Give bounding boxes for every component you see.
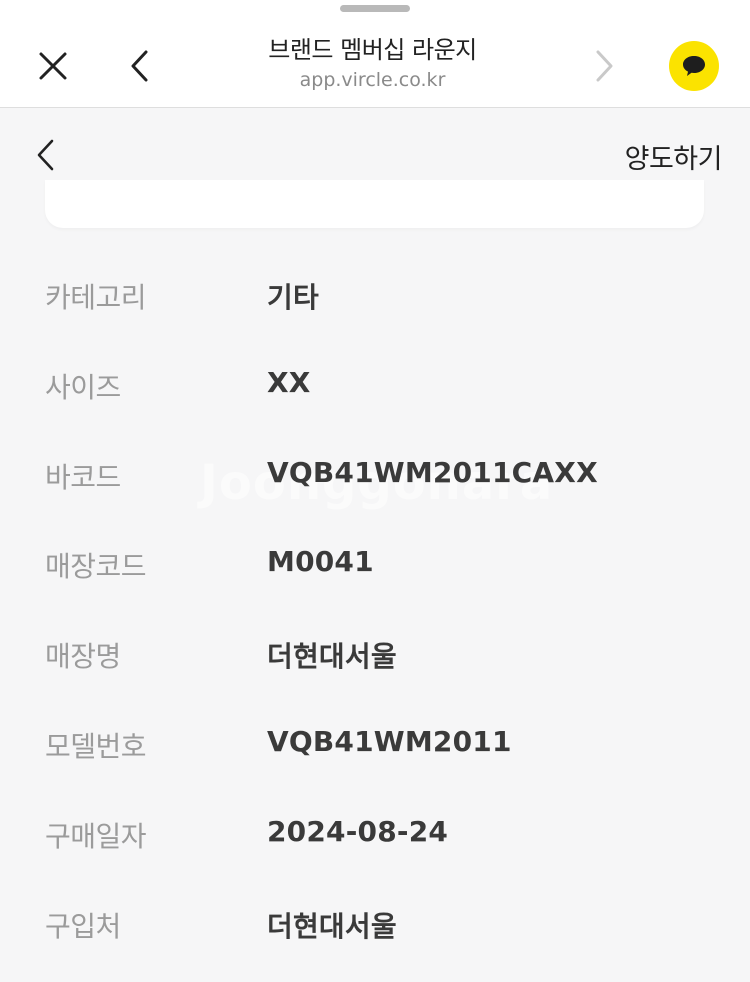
detail-label: 매장명: [45, 640, 121, 674]
close-icon: [39, 52, 67, 80]
close-button[interactable]: [28, 44, 78, 88]
chevron-right-icon: [596, 50, 613, 82]
detail-label: 모델번호: [45, 729, 147, 763]
detail-row-barcode: 바코드 VQB41WM2011CAXX: [0, 430, 750, 520]
chevron-left-icon: [37, 139, 54, 171]
detail-label: 카테고리: [45, 281, 147, 314]
detail-value: M0041: [267, 545, 374, 579]
detail-value: VQB41WM2011: [267, 724, 512, 758]
kakao-chat-button[interactable]: [669, 41, 719, 91]
detail-row-store-name: 매장명 더현대서울: [0, 609, 750, 699]
browser-back-button[interactable]: [118, 44, 162, 88]
browser-top-bar: 브랜드 멤버십 라운지 app.vircle.co.kr: [0, 0, 750, 108]
detail-label: 구입처: [45, 909, 121, 943]
sheet-grabber-handle[interactable]: [340, 5, 410, 12]
page-title: 브랜드 멤버십 라운지: [268, 36, 477, 64]
detail-label: 구매일자: [45, 819, 147, 853]
detail-label: 매장코드: [45, 550, 147, 584]
detail-row-store-code: 매장코드 M0041: [0, 519, 750, 609]
page-back-button[interactable]: [26, 133, 66, 177]
page-url: app.vircle.co.kr: [299, 69, 446, 91]
detail-row-model-number: 모델번호 VQB41WM2011: [0, 699, 750, 789]
detail-value: VQB41WM2011CAXX: [267, 455, 598, 489]
detail-label: 바코드: [45, 460, 121, 494]
detail-row-purchase-date: 구매일자 2024-08-24: [0, 789, 750, 879]
speech-bubble-icon: [683, 56, 705, 76]
browser-title-area: 브랜드 멤버십 라운지 app.vircle.co.kr: [200, 34, 545, 93]
detail-value: 더현대서울: [267, 640, 397, 674]
detail-label: 사이즈: [45, 370, 121, 404]
detail-row-category: 카테고리 기타: [0, 250, 750, 340]
detail-value: 기타: [267, 281, 319, 314]
product-details-list: 카테고리 기타 사이즈 XX 바코드 VQB41WM2011CAXX 매장코드 …: [0, 250, 750, 968]
transfer-button[interactable]: 양도하기: [625, 137, 723, 176]
detail-value: XX: [267, 365, 311, 399]
detail-row-purchase-place: 구입처 더현대서울: [0, 879, 750, 969]
detail-value: 더현대서울: [267, 909, 397, 943]
browser-forward-button[interactable]: [582, 44, 626, 88]
chevron-left-icon: [131, 50, 148, 82]
detail-value: 2024-08-24: [267, 814, 449, 848]
detail-row-size: 사이즈 XX: [0, 340, 750, 430]
product-card-bottom: [45, 180, 704, 228]
